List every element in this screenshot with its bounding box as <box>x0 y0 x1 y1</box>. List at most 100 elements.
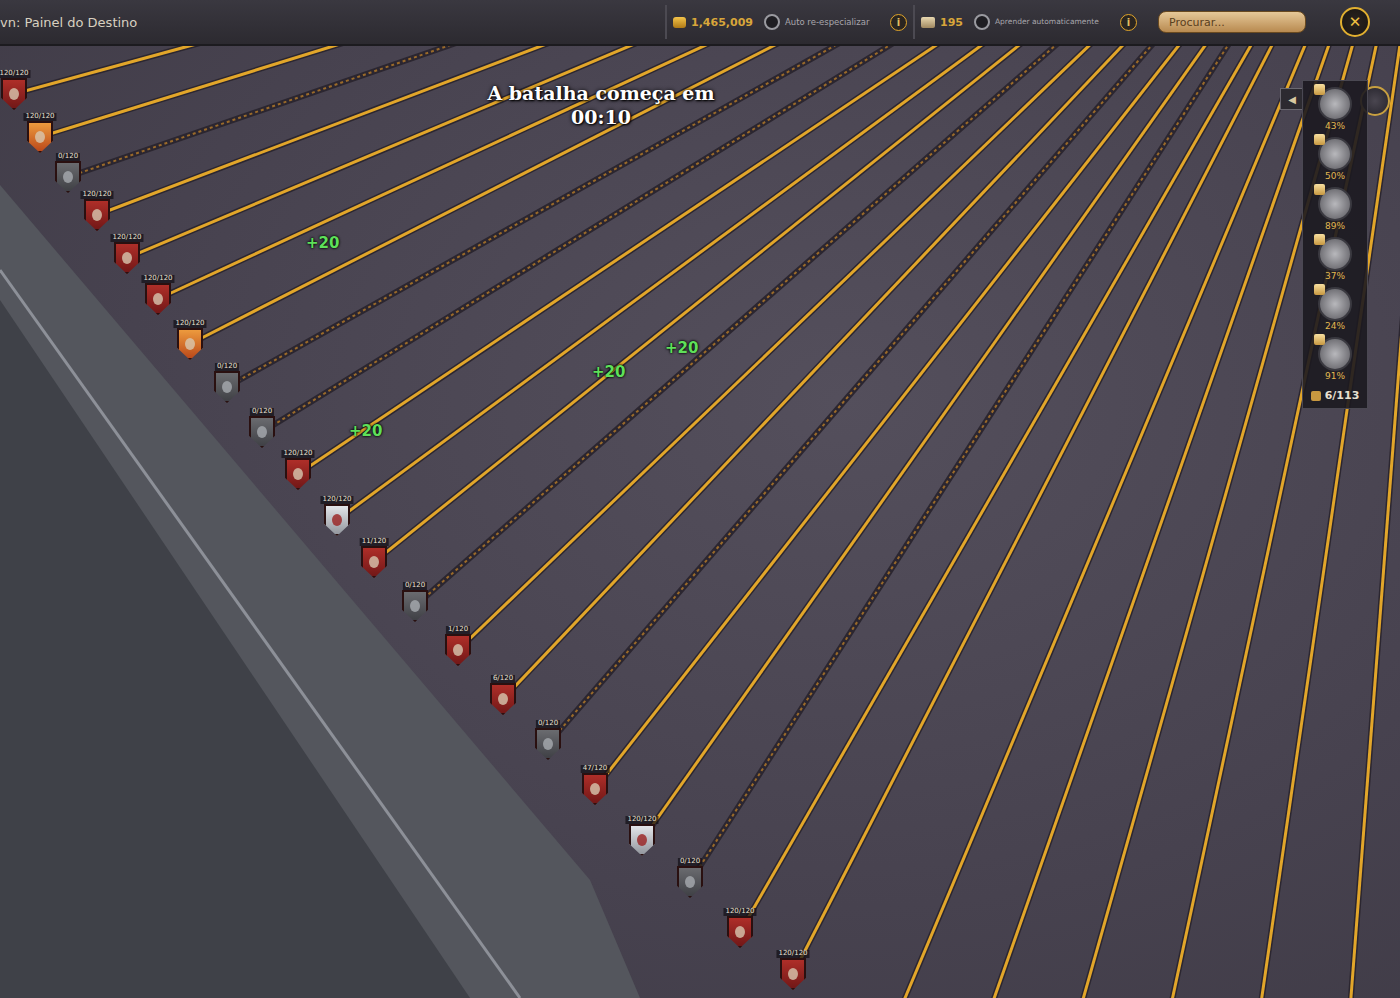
skill-node[interactable]: 120/120 <box>84 199 110 231</box>
emblem-icon <box>332 514 342 526</box>
points-amount: 195 <box>940 16 963 29</box>
skill-node[interactable]: 0/120 <box>214 371 240 403</box>
countdown-label: A batalha começa em <box>487 82 714 106</box>
shield-icon <box>629 824 655 856</box>
respec-group: 1,465,009Auto re-especializari <box>665 5 913 39</box>
skill-node[interactable]: 1/120 <box>445 634 471 666</box>
background-link <box>990 0 1348 998</box>
progress-tracker: 43% 50% 89% 37% 24% 91% 6/113 <box>1302 80 1368 409</box>
badge-icon <box>1314 234 1325 245</box>
shield-icon <box>27 121 53 153</box>
node-link <box>298 0 1018 474</box>
search-field[interactable]: Procurar... <box>1158 11 1306 33</box>
auto-learn-label: Aprender automaticamente <box>995 18 1115 26</box>
skill-node[interactable]: 120/120 <box>285 458 311 490</box>
node-link <box>337 0 1056 520</box>
node-rank: 120/120 <box>723 908 756 916</box>
background-link <box>1080 0 1368 998</box>
node-rank: 11/120 <box>360 538 389 546</box>
skill-node[interactable]: 0/120 <box>249 416 275 448</box>
emblem-icon <box>153 293 163 305</box>
node-link <box>595 0 1222 789</box>
skill-node[interactable]: 47/120 <box>582 773 608 805</box>
node-rank: 120/120 <box>173 320 206 328</box>
skill-node[interactable]: 0/120 <box>677 866 703 898</box>
emblem-icon <box>293 468 303 480</box>
skill-node[interactable]: 120/120 <box>177 328 203 360</box>
ability-icon <box>1318 87 1352 121</box>
battle-countdown: A batalha começa em00:10 <box>461 82 741 130</box>
coin-icon <box>673 17 686 28</box>
skill-node[interactable]: 120/120 <box>27 121 53 153</box>
tracker-item[interactable]: 43% <box>1318 87 1352 135</box>
countdown-time: 00:10 <box>571 106 631 130</box>
node-rank: 47/120 <box>581 765 610 773</box>
skill-node[interactable]: 120/120 <box>727 916 753 948</box>
badge-icon <box>1314 84 1325 95</box>
node-rank: 0/120 <box>250 408 274 416</box>
skill-node[interactable]: 120/120 <box>324 504 350 536</box>
info-icon[interactable]: i <box>890 14 907 31</box>
tracker-percent: 91% <box>1325 371 1345 382</box>
shield-icon <box>361 546 387 578</box>
skill-node[interactable]: 11/120 <box>361 546 387 578</box>
node-link <box>415 0 1119 606</box>
node-rank: 120/120 <box>281 450 314 458</box>
shield-icon <box>55 161 81 193</box>
skill-node[interactable]: 6/120 <box>490 683 516 715</box>
auto-respec-toggle[interactable] <box>764 14 780 30</box>
skill-node[interactable]: 120/120 <box>114 242 140 274</box>
tracker-item[interactable]: 24% <box>1318 287 1352 335</box>
shield-icon <box>114 242 140 274</box>
shield-icon <box>535 728 561 760</box>
window-title: vn: Painel do Destino <box>0 15 665 30</box>
node-rank: 0/120 <box>215 363 239 371</box>
node-link <box>642 0 1244 840</box>
node-link <box>227 0 934 387</box>
tracker-item[interactable]: 37% <box>1318 237 1352 285</box>
auto-learn-toggle[interactable] <box>974 14 990 30</box>
tracker-item[interactable]: 89% <box>1318 187 1352 235</box>
learn-group: 195 Aprender automaticamente i <box>913 5 1143 39</box>
currency-amount: 1,465,009 <box>691 16 753 29</box>
skill-node[interactable]: 120/120 <box>629 824 655 856</box>
skill-node[interactable]: 0/120 <box>402 590 428 622</box>
close-button[interactable]: ✕ <box>1340 7 1370 37</box>
tracker-percent: 43% <box>1325 121 1345 132</box>
tracker-count: 6/113 <box>1307 387 1364 404</box>
node-rank: 1/120 <box>446 626 470 634</box>
skill-node[interactable]: 0/120 <box>535 728 561 760</box>
tracker-count-text: 6/113 <box>1325 389 1360 402</box>
tracker-count-icon <box>1311 391 1321 401</box>
tracker-item[interactable]: 50% <box>1318 137 1352 185</box>
shield-icon <box>445 634 471 666</box>
back-button[interactable]: ◀ <box>1280 88 1304 110</box>
emblem-icon <box>369 556 379 568</box>
gain-popup: +20 <box>347 421 384 441</box>
badge-icon <box>1314 334 1325 345</box>
node-rank: 120/120 <box>80 191 113 199</box>
emblem-icon <box>35 131 45 143</box>
tracker-percent: 37% <box>1325 271 1345 282</box>
gain-popup: +20 <box>590 362 627 382</box>
emblem-icon <box>637 834 647 846</box>
shield-icon <box>145 283 171 315</box>
skill-node[interactable]: 120/120 <box>1 78 27 110</box>
shield-icon <box>285 458 311 490</box>
badge-icon <box>1314 184 1325 195</box>
node-rank: 0/120 <box>536 720 560 728</box>
skill-node[interactable]: 120/120 <box>780 958 806 990</box>
skill-node[interactable]: 0/120 <box>55 161 81 193</box>
skill-node[interactable]: 120/120 <box>145 283 171 315</box>
info-icon[interactable]: i <box>1120 14 1137 31</box>
tracker-percent: 89% <box>1325 221 1345 232</box>
tracker-item[interactable]: 91% <box>1318 337 1352 385</box>
node-rank: 120/120 <box>776 950 809 958</box>
ability-icon <box>1318 237 1352 271</box>
emblem-icon <box>498 693 508 705</box>
shield-icon <box>780 958 806 990</box>
tracker-percent: 50% <box>1325 171 1345 182</box>
node-rank: 120/120 <box>141 275 174 283</box>
node-link <box>458 0 1147 650</box>
emblem-icon <box>63 171 73 183</box>
